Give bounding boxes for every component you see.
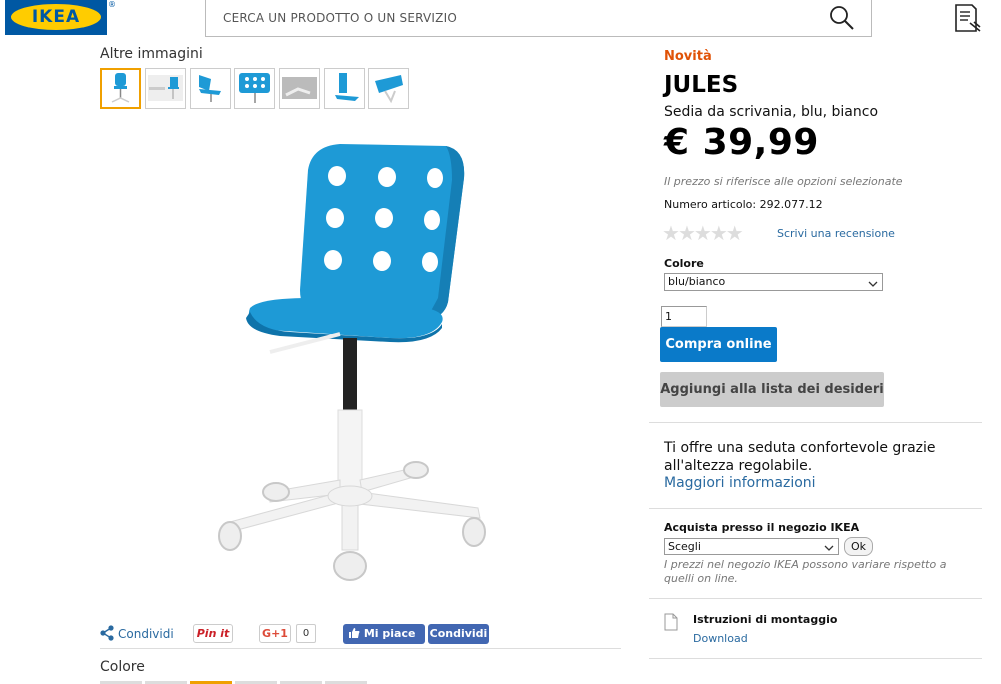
add-to-wishlist-button[interactable]: Aggiungi alla lista dei desideri — [660, 372, 884, 407]
ikea-logo[interactable]: IKEA — [5, 0, 107, 35]
color-select[interactable]: blu/bianco — [664, 273, 883, 291]
store-label: Acquista presso il negozio IKEA — [664, 521, 860, 534]
thumbnail-6[interactable] — [324, 68, 365, 109]
article-number: Numero articolo: 292.077.12 — [664, 198, 823, 211]
product-name: JULES — [664, 72, 739, 98]
product-price: € 39,99 — [664, 122, 819, 163]
new-badge: Novità — [664, 49, 712, 64]
share-link[interactable]: Condividi — [118, 627, 174, 641]
write-review-link[interactable]: Scrivi una recensione — [777, 227, 895, 240]
download-link[interactable]: Download — [693, 632, 748, 645]
product-summary: Ti offre una seduta confortevole grazie … — [664, 440, 936, 474]
thumbnail-2[interactable] — [145, 68, 186, 109]
facebook-like-button[interactable]: Mi piace 0 — [343, 624, 425, 660]
store-price-note: I prezzi nel negozio IKEA possono variar… — [664, 558, 947, 585]
divider — [649, 598, 982, 599]
price-note: Il prezzo si riferisce alle opzioni sele… — [664, 175, 903, 188]
quantity-input[interactable]: 1 — [661, 306, 707, 327]
facebook-share-button[interactable]: Condividi — [428, 624, 489, 644]
divider — [649, 508, 982, 509]
star-icon: ★ — [677, 221, 696, 245]
thumbnail-5[interactable] — [279, 68, 320, 109]
gallery-label: Altre immagini — [100, 46, 203, 62]
logo-text: IKEA — [31, 7, 81, 27]
divider — [100, 648, 621, 649]
star-icon: ★ — [662, 221, 680, 245]
more-info-link[interactable]: Maggiori informazioni — [664, 475, 816, 491]
divider — [649, 422, 982, 423]
pinterest-button[interactable]: Pin it — [193, 624, 233, 643]
product-image — [200, 130, 510, 600]
thumbnail-7[interactable] — [368, 68, 409, 109]
chevron-down-icon — [824, 541, 834, 556]
document-icon — [664, 613, 678, 635]
search-input[interactable]: CERCA UN PRODOTTO O UN SERVIZIO — [223, 11, 457, 25]
chevron-down-icon — [868, 277, 878, 293]
thumbnail-4[interactable] — [234, 68, 275, 109]
star-icon: ★ — [709, 221, 728, 245]
color-select-value: blu/bianco — [668, 275, 726, 288]
color-label: Colore — [664, 257, 704, 270]
store-select[interactable]: Scegli — [664, 538, 839, 555]
thumbnail-1[interactable] — [100, 68, 141, 109]
store-ok-button[interactable]: Ok — [844, 537, 873, 556]
star-icon: ★ — [725, 221, 744, 245]
product-description: Sedia da scrivania, blu, bianco — [664, 104, 879, 120]
search-bar[interactable]: CERCA UN PRODOTTO O UN SERVIZIO — [205, 0, 872, 37]
registered-mark: ® — [108, 0, 116, 9]
store-select-value: Scegli — [668, 540, 701, 553]
buy-online-button[interactable]: Compra online — [660, 327, 777, 362]
google-plus-button[interactable]: G+1 — [259, 624, 291, 643]
divider — [649, 658, 982, 659]
star-icon: ★ — [693, 221, 712, 245]
shopping-list-icon[interactable] — [953, 3, 983, 37]
color-section-heading: Colore — [100, 659, 145, 675]
assembly-instructions-label: Istruzioni di montaggio — [693, 613, 838, 626]
search-icon[interactable] — [829, 5, 855, 35]
google-plus-count: 0 — [296, 624, 316, 643]
thumbs-up-icon — [349, 627, 364, 640]
thumbnail-3[interactable] — [190, 68, 231, 109]
share-icon[interactable] — [100, 625, 115, 645]
rating-stars: ★★★★★ — [662, 221, 744, 245]
